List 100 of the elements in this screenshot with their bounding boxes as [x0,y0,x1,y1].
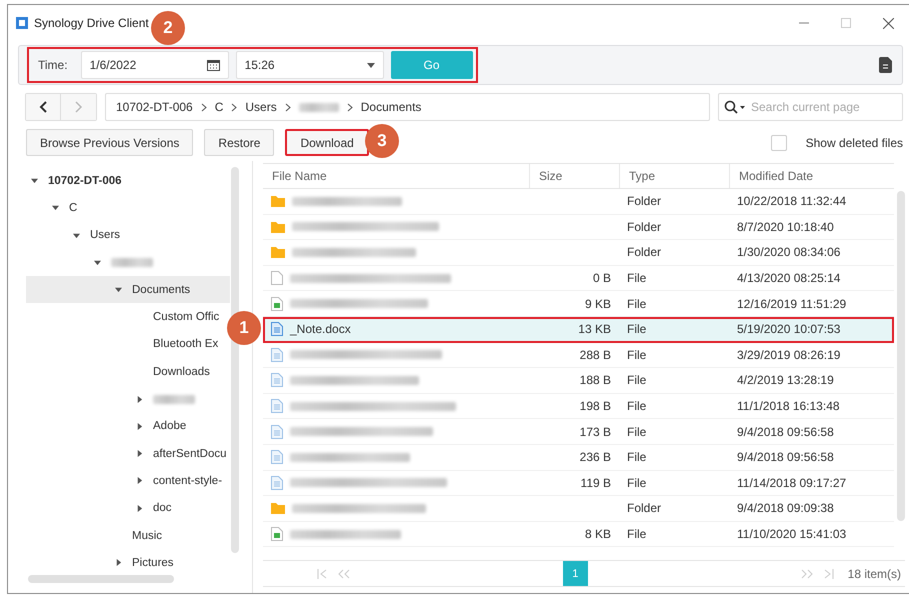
tree-label: Downloads [153,366,210,378]
table-row[interactable]: Folder 9/4/2018 09:09:38 [263,496,894,522]
tree-label: Bluetooth Ex [153,338,218,350]
tree-label: Custom Offic [153,311,220,324]
table-row[interactable]: 119 B File 11/14/2018 09:17:27 [263,470,894,496]
checkbox-label: Show deleted files [806,136,903,150]
tree-item[interactable]: Bluetooth Ex [26,330,225,358]
table-row[interactable]: 288 B File 3/29/2019 08:26:19 [263,342,894,368]
caret-icon[interactable] [114,286,122,294]
tree-label: Music [132,530,162,542]
tree-item[interactable]: doc [26,494,230,522]
table-row[interactable]: _Note.docx 13 KB File 5/19/2020 10:07:53 [263,316,894,343]
close-icon[interactable] [882,18,894,28]
tree-item[interactable]: C [26,194,230,222]
calendar-icon[interactable] [206,59,220,71]
caret-icon[interactable] [30,177,38,184]
file-name: _Note.docx [290,322,351,336]
folder-icon [271,220,285,233]
chevron-icon [200,102,207,112]
tree-item[interactable]: Music [26,522,230,550]
document-icon [271,322,283,336]
scrollbar[interactable] [897,191,905,521]
tree-item[interactable]: content-style- [26,467,230,495]
table-cell-text: 8/7/2020 10:18:40 [736,220,835,234]
tree-label: C [69,202,78,214]
document-icon[interactable] [879,57,892,73]
tree-item[interactable]: Users [26,222,230,249]
table-cell-text: Folder [626,501,662,516]
caret-icon[interactable] [136,450,142,458]
chevron-icon [346,102,353,112]
table-cell-text: File [626,296,648,311]
table-cell-text: 9 KB [584,296,612,311]
folder-icon [271,246,285,258]
time-dropdown[interactable]: 15:26 [236,51,384,79]
table-row[interactable]: Folder 8/7/2020 10:18:40 [263,214,894,240]
column-header[interactable]: Type [619,164,729,188]
table-cell-text: 236 B [578,450,612,464]
checkbox[interactable] [770,134,787,150]
caret-icon[interactable] [114,559,122,566]
tree-item[interactable]: Documents [26,276,230,304]
chevron-left-icon[interactable] [39,101,47,113]
back-button[interactable] [26,94,61,120]
tree-label: Adobe [153,420,186,432]
item-count: 18 item(s) [848,566,901,580]
tree-label: Pictures [132,556,174,569]
table-cell-text: 5/19/2020 10:07:53 [736,322,842,336]
tree-label: Users [90,229,120,242]
tree-item[interactable]: afterSentDocu [26,440,230,468]
table-cell-text: 4/13/2020 08:25:14 [736,271,842,286]
tree-label: afterSentDocu [153,448,227,460]
table-cell-text: 11/10/2020 15:41:03 [736,527,848,542]
table-row[interactable]: 173 B File 9/4/2018 09:56:58 [263,419,894,445]
table-row[interactable]: 8 KB File 11/10/2020 15:41:03 [263,522,894,548]
caret-icon[interactable] [366,62,375,68]
toolbar-button[interactable]: Browse Previous Versions [26,129,194,156]
scrollbar[interactable] [231,167,239,553]
step-badge: 3 [365,124,399,158]
table-row[interactable]: 236 B File 9/4/2018 09:56:58 [263,444,894,471]
table-cell-text: 13 KB [577,322,612,336]
column-header[interactable]: Modified Date [729,164,894,188]
breadcrumb-link[interactable]: Documents [360,100,422,114]
tree-item[interactable]: Adobe [26,412,230,440]
table-row[interactable]: 0 B File 4/13/2020 08:25:14 [263,266,894,292]
caret-icon[interactable] [136,477,142,484]
caret-icon[interactable] [136,396,142,403]
breadcrumb-link[interactable]: C [214,100,224,114]
caret-icon[interactable] [72,232,80,239]
table-cell-text: 4/2/2019 13:28:19 [736,373,835,388]
tree-item[interactable]: Downloads [26,358,230,386]
text-file-icon [271,373,283,388]
caret-icon[interactable] [94,259,100,266]
breadcrumb-link[interactable]: Users [245,100,277,114]
table-cell-text: 11/14/2018 09:17:27 [736,476,848,490]
table-row[interactable]: 198 B File 11/1/2018 16:13:48 [263,394,894,420]
table-row[interactable]: Folder 10/22/2018 11:32:44 [263,189,894,215]
caret-icon[interactable] [136,422,142,430]
table-cell-text: Folder [626,194,662,208]
tree-item[interactable]: Custom Offic [26,303,225,331]
minimize-icon[interactable] [799,22,809,24]
table-row[interactable]: Folder 1/30/2020 08:34:06 [263,240,894,266]
toolbar-button[interactable]: Download [285,129,369,156]
column-header[interactable]: File Name [263,164,529,188]
tree-item[interactable]: Pictures [26,549,230,576]
scrollbar[interactable] [28,575,174,583]
date-field[interactable]: 1/6/2022 [80,51,229,79]
tree-item[interactable]: 10702-DT-006 [26,167,230,194]
caret-icon[interactable] [136,504,142,512]
caret-icon[interactable] [52,204,58,212]
table-cell-text: 188 B [578,373,612,388]
search-icon[interactable] [724,100,746,114]
table-cell-text: 198 B [578,399,612,414]
window-title: Synology Drive Client [34,16,149,30]
search-field[interactable]: Search current page [718,93,903,121]
column-header[interactable]: Size [529,164,619,188]
spreadsheet-icon [271,296,283,311]
table-row[interactable]: 188 B File 4/2/2019 13:28:19 [263,368,894,394]
step-badge: 1 [227,311,261,345]
toolbar-button[interactable]: Restore [204,129,274,156]
breadcrumb-link[interactable]: 10702-DT-006 [116,100,193,114]
folder-icon [271,195,285,208]
